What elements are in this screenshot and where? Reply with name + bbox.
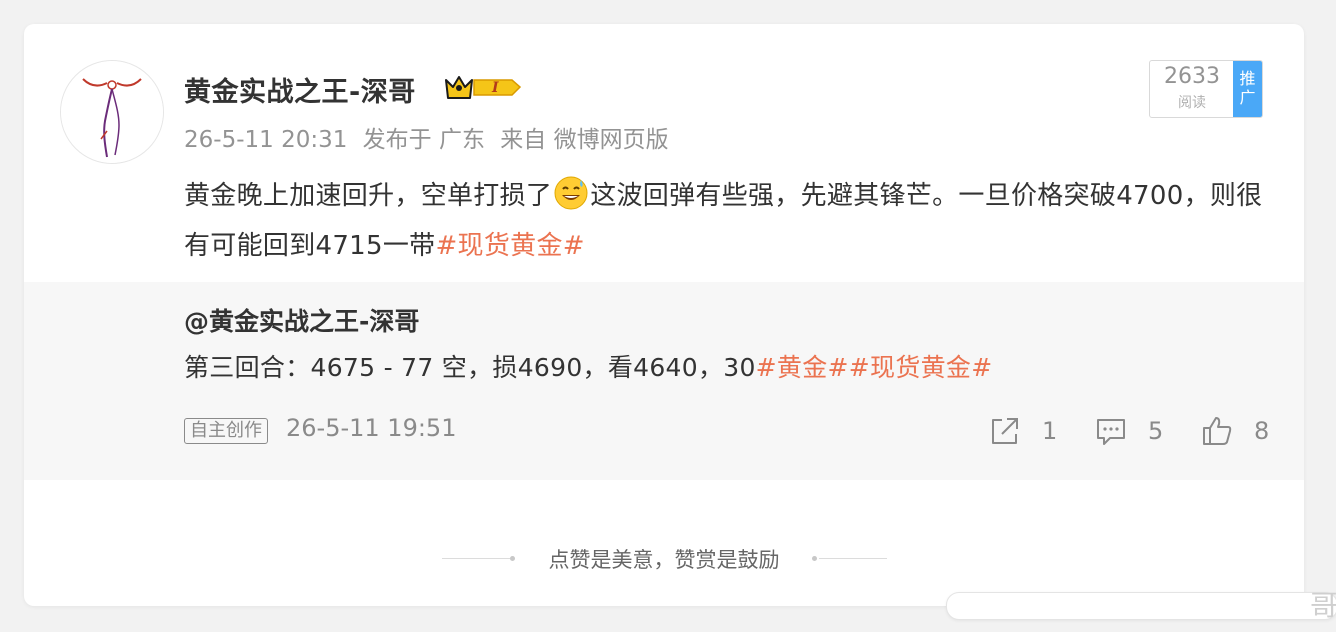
vip-level-text: I [491,80,499,96]
read-label: 阅读 [1178,95,1206,111]
avatar[interactable] [60,60,164,164]
quoted-time[interactable]: 26-5-11 19:51 [286,414,456,442]
share-count: 1 [1042,417,1058,445]
hashtag-link[interactable]: #现货黄金# [435,231,584,261]
thumbs-up-icon [1203,417,1232,445]
comment-button[interactable]: 5 [1094,414,1163,448]
quoted-text-plain: 第三回合：4675 - 77 空，损4690，看4640，30 [184,353,756,382]
post-body: 黄金晚上加速回升，空单打损了 这波回弹有些强，先避其锋芒。一旦价格突破4700，… [184,171,1274,271]
read-count: 2633 [1164,64,1220,89]
floating-input-bar[interactable] [946,592,1336,620]
post-time[interactable]: 26-5-11 20:31 [184,127,347,153]
reward-footer: 点赞是美意，赞赏是鼓励 [24,542,1304,574]
divider-dot [812,556,817,561]
quoted-author[interactable]: @黄金实战之王-深哥 [184,302,419,338]
promote-label: 推广 [1239,69,1256,107]
reward-prompt[interactable]: 点赞是美意，赞赏是鼓励 [24,544,1304,574]
like-button[interactable]: 8 [1200,414,1269,448]
cropped-edge-glyph: 哥 [1310,589,1336,620]
avatar-figure-image [61,61,163,163]
share-icon [992,418,1018,444]
weibo-post-card: 黄金实战之王-深哥 I 26-5-11 20:31 发布于 广东 来自 微博网页… [24,24,1304,606]
comment-icon [1097,419,1125,445]
share-button[interactable]: 1 [988,414,1057,448]
hashtag-link[interactable]: #黄金# [756,353,849,382]
quoted-text: 第三回合：4675 - 77 空，损4690，看4640，30#黄金##现货黄金… [184,348,992,384]
like-count: 8 [1254,417,1270,445]
promote-button[interactable]: 推广 [1233,61,1262,117]
post-location: 发布于 广东 [362,127,485,153]
post-text-part1: 黄金晚上加速回升，空单打损了 [184,181,553,211]
post-source: 来自 微博网页版 [500,127,669,153]
quoted-post[interactable]: @黄金实战之王-深哥 第三回合：4675 - 77 空，损4690，看4640，… [24,282,1304,480]
vip-crown-icon[interactable]: I [444,72,522,102]
comment-count: 5 [1148,417,1164,445]
username[interactable]: 黄金实战之王-深哥 [184,70,416,109]
read-count-box: 2633 阅读 推广 [1149,60,1263,118]
hashtag-link[interactable]: #现货黄金# [849,353,993,382]
sweat-smile-emoji-icon [554,176,588,210]
divider-line [819,558,887,559]
original-content-badge: 自主创作 [184,418,268,444]
post-meta: 26-5-11 20:31 发布于 广东 来自 微博网页版 [184,120,677,154]
